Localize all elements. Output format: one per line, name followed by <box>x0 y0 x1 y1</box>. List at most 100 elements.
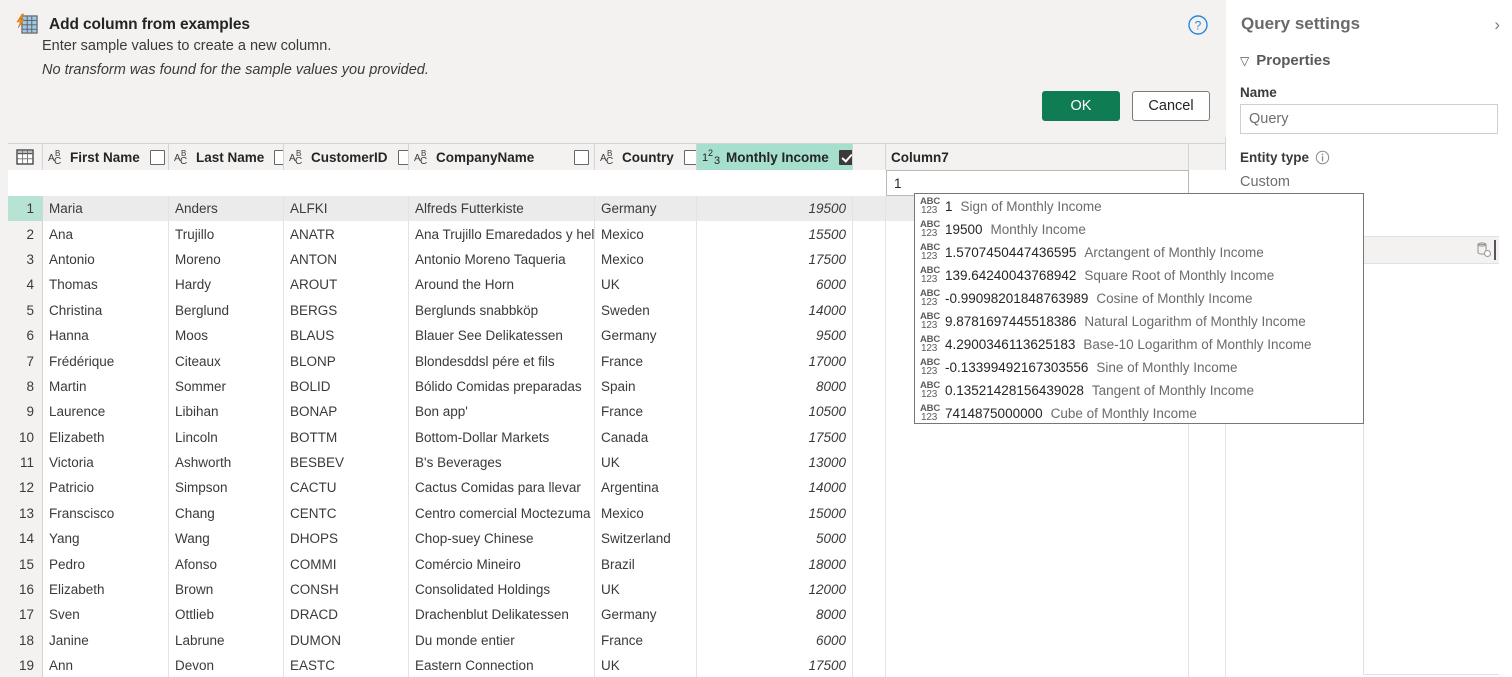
row-number[interactable]: 16 <box>8 576 43 603</box>
cell-column7[interactable] <box>886 551 1189 577</box>
cell-cid[interactable]: DHOPS <box>284 526 409 552</box>
cell-last[interactable]: Chang <box>169 500 284 527</box>
info-circle-icon[interactable] <box>1315 150 1330 165</box>
cell-company[interactable]: Blondesddsl pére et fils <box>409 348 595 374</box>
cell-last[interactable]: Devon <box>169 653 284 677</box>
cell-first[interactable]: Thomas <box>43 272 169 298</box>
suggestion-item[interactable]: ABC 123 9.8781697445518386 Natural Logarith… <box>915 310 1363 333</box>
row-number[interactable]: 10 <box>8 424 43 450</box>
suggestion-item[interactable]: ABC 123 4.2900346113625183 Base-10 Logarith… <box>915 333 1363 356</box>
suggestion-item[interactable]: ABC 123 139.64240043768942 Square Root of M… <box>915 264 1363 287</box>
cell-income[interactable]: 8000 <box>697 373 853 400</box>
cell-income[interactable]: 14000 <box>697 297 853 323</box>
cell-income[interactable]: 17500 <box>697 246 853 273</box>
cell-country[interactable]: Mexico <box>595 221 697 247</box>
column-checkbox-first-name[interactable] <box>149 149 165 165</box>
table-row[interactable]: 19 Ann Devon EASTC Eastern Connection UK 17500 <box>8 653 1226 677</box>
table-row[interactable]: 13 Franscisco Chang CENTC Centro comercial M… <box>8 500 1226 527</box>
cell-income[interactable]: 17000 <box>697 348 853 374</box>
cell-cid[interactable]: BOLID <box>284 373 409 400</box>
cell-last[interactable]: Hardy <box>169 272 284 298</box>
cell-company[interactable]: Bottom-Dollar Markets <box>409 424 595 450</box>
cell-country[interactable]: UK <box>595 576 697 603</box>
cell-country[interactable]: Argentina <box>595 475 697 501</box>
cell-last[interactable]: Afonso <box>169 551 284 577</box>
cell-last[interactable]: Citeaux <box>169 348 284 374</box>
cell-last[interactable]: Moreno <box>169 246 284 273</box>
table-row[interactable]: 18 Janine Labrune DUMON Du monde entier Franc… <box>8 627 1226 654</box>
row-number[interactable]: 15 <box>8 551 43 577</box>
row-number[interactable]: 12 <box>8 475 43 501</box>
row-number[interactable]: 4 <box>8 272 43 298</box>
cell-first[interactable]: Ana <box>43 221 169 247</box>
table-row[interactable]: 11 Victoria Ashworth BESBEV B's Beverages UK 1… <box>8 449 1226 476</box>
cell-first[interactable]: Yang <box>43 526 169 552</box>
cell-cid[interactable]: CACTU <box>284 475 409 501</box>
cell-first[interactable]: Franscisco <box>43 500 169 527</box>
chevron-right-icon[interactable]: › <box>1494 16 1500 33</box>
cell-last[interactable]: Simpson <box>169 475 284 501</box>
table-row[interactable]: 15 Pedro Afonso COMMI Comércio Mineiro Brazil… <box>8 551 1226 577</box>
cell-cid[interactable]: BERGS <box>284 297 409 323</box>
cell-last[interactable]: Wang <box>169 526 284 552</box>
column-checkbox-monthly-income[interactable] <box>838 149 852 165</box>
column-header-companyname[interactable]: ABC CompanyName <box>409 144 595 170</box>
cell-country[interactable]: Germany <box>595 196 697 222</box>
cell-country[interactable]: Germany <box>595 322 697 349</box>
row-number[interactable]: 5 <box>8 297 43 323</box>
cell-income[interactable]: 15500 <box>697 221 853 247</box>
cell-first[interactable]: Martin <box>43 373 169 400</box>
column-checkbox-customerid[interactable] <box>397 149 408 165</box>
row-number[interactable]: 19 <box>8 653 43 677</box>
cell-country[interactable]: Brazil <box>595 551 697 577</box>
cell-country[interactable]: Spain <box>595 373 697 400</box>
cell-first[interactable]: Frédérique <box>43 348 169 374</box>
cell-income[interactable]: 17500 <box>697 653 853 677</box>
suggestion-item[interactable]: ABC 123 0.13521428156439028 Tangent of Mont… <box>915 379 1363 402</box>
cell-country[interactable]: France <box>595 348 697 374</box>
column-checkbox-last-name[interactable] <box>274 149 283 165</box>
cell-income[interactable]: 6000 <box>697 272 853 298</box>
cell-income[interactable]: 9500 <box>697 322 853 349</box>
cell-country[interactable]: France <box>595 627 697 654</box>
cell-last[interactable]: Sommer <box>169 373 284 400</box>
cell-company[interactable]: Centro comercial Moctezuma <box>409 500 595 527</box>
cell-last[interactable]: Moos <box>169 322 284 349</box>
cell-cid[interactable]: BLONP <box>284 348 409 374</box>
cell-income[interactable]: 15000 <box>697 500 853 527</box>
cell-cid[interactable]: BOTTM <box>284 424 409 450</box>
suggestion-item[interactable]: ABC 123 -0.99098201848763989 Cosine of Mont… <box>915 287 1363 310</box>
cell-first[interactable]: Patricio <box>43 475 169 501</box>
table-row[interactable]: 10 Elizabeth Lincoln BOTTM Bottom-Dollar Mar… <box>8 424 1226 450</box>
cell-country[interactable]: Canada <box>595 424 697 450</box>
cell-company[interactable]: Du monde entier <box>409 627 595 654</box>
cell-company[interactable]: Drachenblut Delikatessen <box>409 602 595 628</box>
suggestion-item[interactable]: ABC 123 19500 Monthly Income <box>915 218 1363 241</box>
row-number[interactable]: 3 <box>8 246 43 273</box>
suggestion-item[interactable]: ABC 123 1.5707450447436595 Arctangent of Mo… <box>915 241 1363 264</box>
cell-income[interactable]: 6000 <box>697 627 853 654</box>
cell-cid[interactable]: CONSH <box>284 576 409 603</box>
cell-column7[interactable] <box>886 449 1189 476</box>
cell-cid[interactable]: ANATR <box>284 221 409 247</box>
properties-section-toggle[interactable]: ▽ Properties <box>1240 52 1330 69</box>
row-number[interactable]: 18 <box>8 627 43 654</box>
cell-last[interactable]: Ottlieb <box>169 602 284 628</box>
cell-country[interactable]: Mexico <box>595 246 697 273</box>
suggestion-item[interactable]: ABC 123 7414875000000 Cube of Monthly Incom… <box>915 402 1363 425</box>
suggestion-item[interactable]: ABC 123 1 Sign of Monthly Income <box>915 195 1363 218</box>
cell-company[interactable]: Alfreds Futterkiste <box>409 196 595 222</box>
cell-company[interactable]: Consolidated Holdings <box>409 576 595 603</box>
cell-first[interactable]: Elizabeth <box>43 576 169 603</box>
cell-company[interactable]: Around the Horn <box>409 272 595 298</box>
cell-first[interactable]: Christina <box>43 297 169 323</box>
cell-cid[interactable]: BESBEV <box>284 449 409 476</box>
row-number[interactable]: 14 <box>8 526 43 552</box>
cell-column7[interactable] <box>886 424 1189 450</box>
cell-company[interactable]: Comércio Mineiro <box>409 551 595 577</box>
table-row[interactable]: 12 Patricio Simpson CACTU Cactus Comidas par… <box>8 475 1226 501</box>
cell-company[interactable]: Bon app' <box>409 399 595 425</box>
column-header-monthly-income[interactable]: 123 Monthly Income <box>697 144 853 170</box>
cell-last[interactable]: Brown <box>169 576 284 603</box>
cell-company[interactable]: Bólido Comidas preparadas <box>409 373 595 400</box>
